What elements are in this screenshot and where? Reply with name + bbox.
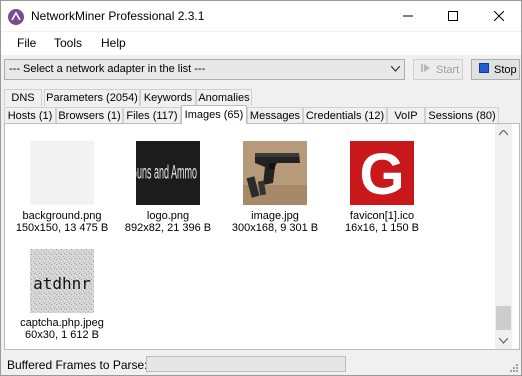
scrollbar-thumb[interactable] [496, 306, 511, 330]
chevron-down-icon [391, 66, 400, 72]
thumbnail-favicon: G [350, 141, 414, 205]
captcha-thumbnail-text: atdhnr [33, 274, 91, 293]
networkminer-app-icon [8, 9, 24, 25]
scroll-down-button[interactable] [495, 332, 512, 349]
menu-bar: File Tools Help [1, 32, 521, 55]
toolbar: --- Select a network adapter in the list… [1, 55, 521, 85]
buffered-frames-progress [146, 356, 346, 372]
thumbnail-logo: UK Guns and Ammo Store [136, 141, 200, 205]
logo-thumbnail-text: UK Guns and Ammo Store [136, 162, 200, 184]
tab-keywords[interactable]: Keywords [140, 89, 196, 106]
close-icon [494, 11, 504, 21]
tab-dns[interactable]: DNS [4, 89, 42, 106]
tab-anomalies[interactable]: Anomalies [196, 89, 252, 106]
image-info: 150x150, 13 475 B [15, 222, 109, 234]
thumbnail-pistol [243, 141, 307, 205]
tab-browsers[interactable]: Browsers (1) [56, 107, 123, 124]
image-name: captcha.php.jpeg [20, 317, 104, 329]
app-window: NetworkMiner Professional 2.3.1 File Too… [0, 0, 522, 376]
tab-parameters[interactable]: Parameters (2054) [44, 89, 140, 106]
tab-hosts[interactable]: Hosts (1) [4, 107, 56, 124]
start-button-label: Start [436, 63, 460, 76]
menu-file[interactable]: File [17, 36, 36, 50]
menu-help[interactable]: Help [101, 36, 126, 50]
image-name: logo.png [146, 210, 190, 222]
menu-tools[interactable]: Tools [54, 36, 82, 50]
chevron-up-icon [499, 129, 508, 135]
resize-grip-icon[interactable] [509, 363, 519, 373]
scroll-up-button[interactable] [495, 124, 512, 141]
tab-voip[interactable]: VoIP [387, 107, 425, 124]
play-icon [421, 63, 431, 76]
pistol-icon [243, 141, 307, 205]
minimize-button[interactable] [386, 1, 430, 31]
tab-messages[interactable]: Messages [247, 107, 303, 124]
buffered-frames-label: Buffered Frames to Parse: [7, 358, 148, 372]
image-info: 60x30, 1 612 B [24, 329, 99, 341]
image-name: favicon[1].ico [349, 210, 415, 222]
window-title: NetworkMiner Professional 2.3.1 [31, 9, 205, 23]
network-adapter-select[interactable]: --- Select a network adapter in the list… [4, 59, 405, 80]
stop-button-label: Stop [494, 63, 517, 76]
minimize-icon [403, 15, 413, 17]
image-info: 16x16, 1 150 B [344, 222, 419, 234]
start-button[interactable]: Start [413, 59, 463, 80]
thumbnail-captcha: atdhnr [30, 249, 94, 313]
stop-button[interactable]: Stop [471, 59, 520, 80]
network-adapter-value: --- Select a network adapter in the list… [9, 63, 206, 75]
close-button[interactable] [477, 1, 521, 31]
tab-files[interactable]: Files (117) [123, 107, 181, 124]
maximize-button[interactable] [431, 1, 475, 31]
thumbnail-background [30, 141, 94, 205]
tab-sessions[interactable]: Sessions (80) [425, 107, 499, 124]
favicon-thumbnail-text: G [359, 142, 404, 205]
title-bar: NetworkMiner Professional 2.3.1 [1, 1, 521, 31]
chevron-down-icon [499, 337, 508, 344]
image-info: 892x82, 21 396 B [124, 222, 212, 234]
status-bar: Buffered Frames to Parse: [1, 353, 521, 375]
maximize-icon [448, 11, 458, 21]
tab-credentials[interactable]: Credentials (12) [303, 107, 387, 124]
images-panel: background.png 150x150, 13 475 B UK Guns… [4, 123, 520, 350]
image-name: image.jpg [251, 210, 299, 222]
vertical-scrollbar[interactable] [495, 124, 512, 349]
tab-images[interactable]: Images (65) [181, 105, 247, 124]
image-name: background.png [22, 210, 102, 222]
image-info: 300x168, 9 301 B [231, 222, 319, 234]
stop-icon [479, 63, 489, 76]
